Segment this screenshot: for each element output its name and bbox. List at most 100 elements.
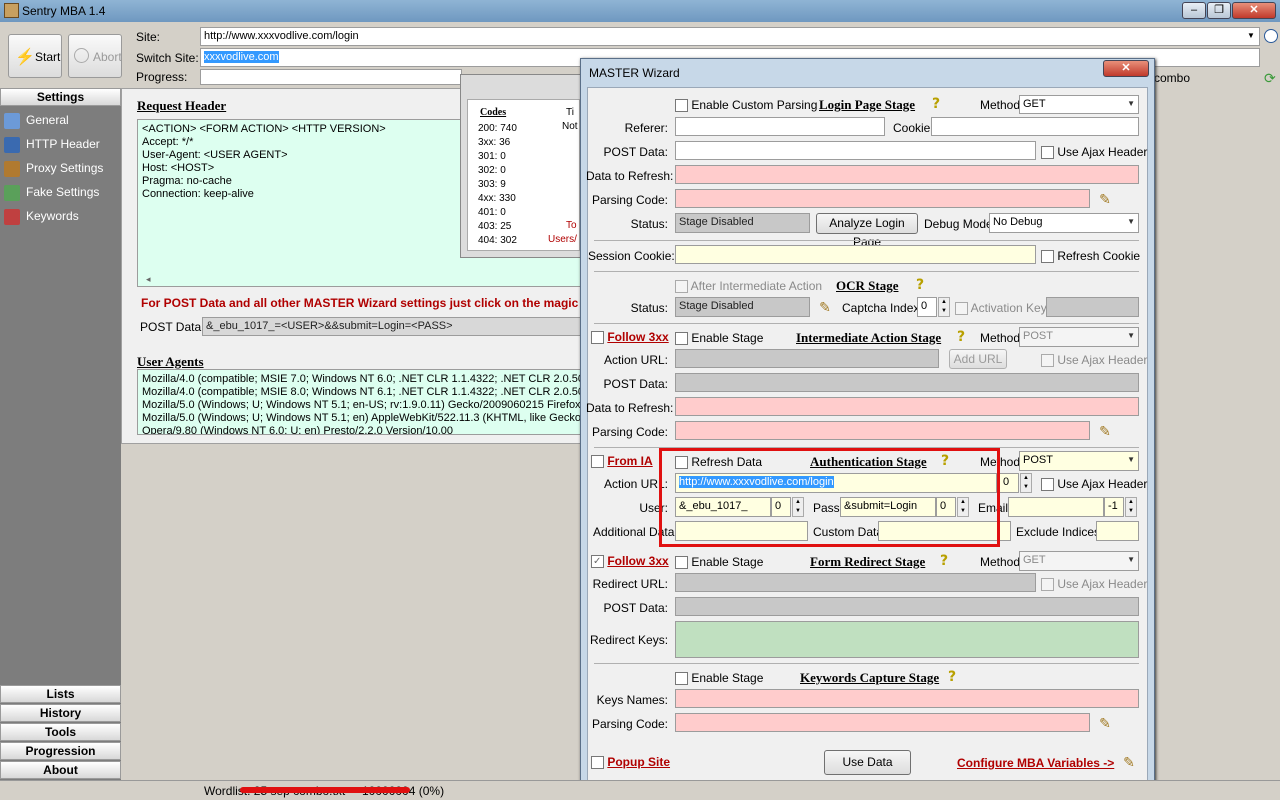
redirect-post-data-input[interactable] — [675, 597, 1139, 616]
sidebar-item-proxy-settings[interactable]: Proxy Settings — [4, 158, 103, 178]
ia-ajax-checkbox[interactable]: Use Ajax Header — [1041, 353, 1147, 368]
configure-mba-variables-link[interactable]: Configure MBA Variables -> — [957, 756, 1114, 770]
sidebar-item-general[interactable]: General — [4, 110, 69, 130]
not-label: Not — [562, 121, 578, 132]
ia-post-data-input[interactable] — [675, 373, 1139, 392]
keywords-parsing-wrench-icon[interactable]: ✎ — [1097, 715, 1113, 731]
login-data-refresh-input[interactable] — [675, 165, 1139, 184]
keys-names-input[interactable] — [675, 689, 1139, 708]
user-agents-list[interactable]: Mozilla/4.0 (compatible; MSIE 7.0; Windo… — [137, 369, 582, 435]
login-post-data-input[interactable] — [675, 141, 1036, 160]
add-url-button[interactable]: Add URL — [949, 349, 1007, 369]
auth-method-select[interactable]: POST — [1019, 451, 1139, 471]
post-data-value: &_ebu_1017_=<USER>&&submit=Login=<PASS> — [206, 320, 453, 332]
referer-input[interactable] — [675, 117, 885, 136]
debug-mode-select[interactable]: No Debug — [989, 213, 1139, 233]
abort-button[interactable]: Abort — [68, 34, 122, 78]
site-input[interactable]: http://www.xxxvodlive.com/login — [200, 27, 1260, 46]
ia-enable-checkbox[interactable]: Enable Stage — [675, 331, 763, 346]
activation-key-input[interactable] — [1046, 297, 1139, 317]
ia-action-url-input[interactable] — [675, 349, 939, 368]
list-item[interactable]: Mozilla/5.0 (Windows; U; Windows NT 5.1;… — [142, 399, 581, 412]
email-index-input[interactable]: -1 — [1104, 497, 1124, 517]
ia-data-refresh-input[interactable] — [675, 397, 1139, 416]
popup-site-checkbox[interactable]: Popup Site — [591, 755, 670, 770]
sidebar-item-label: Proxy Settings — [26, 161, 104, 175]
ia-parsing-wrench-icon[interactable]: ✎ — [1097, 423, 1113, 439]
start-button[interactable]: ⚡ Start — [8, 34, 62, 78]
login-post-data-label: POST Data: — [603, 145, 668, 159]
scroll-left-icon[interactable]: ◂ — [146, 274, 151, 285]
cookie-input[interactable] — [931, 117, 1139, 136]
keywords-parsing-code-input[interactable] — [675, 713, 1090, 732]
sidebar-about[interactable]: About — [0, 761, 121, 779]
redirect-keys-input[interactable] — [675, 621, 1139, 658]
configure-wrench-icon[interactable]: ✎ — [1121, 754, 1137, 770]
list-item[interactable]: Opera/9.80 (Windows NT 6.0; U; en) Prest… — [142, 425, 577, 434]
redirect-ajax-checkbox[interactable]: Use Ajax Header — [1041, 577, 1147, 592]
sidebar-progression[interactable]: Progression — [0, 742, 121, 760]
ocr-help-icon[interactable]: ? — [916, 277, 924, 293]
redaction-mark — [240, 787, 410, 793]
redirect-enable-checkbox[interactable]: Enable Stage — [675, 555, 763, 570]
redirect-method-select[interactable]: GET — [1019, 551, 1139, 571]
globe-icon[interactable] — [1264, 29, 1278, 43]
sidebar-item-label: Fake Settings — [26, 185, 100, 199]
ocr-status-field: Stage Disabled — [675, 297, 810, 317]
code-row: 303: 9 — [478, 179, 506, 190]
sidebar-item-http-header[interactable]: HTTP Header — [4, 134, 100, 154]
login-method-select[interactable]: GET — [1019, 95, 1139, 114]
sidebar-tools[interactable]: Tools — [0, 723, 121, 741]
wizard-close-button[interactable]: ✕ — [1103, 60, 1149, 77]
sidebar-item-keywords[interactable]: Keywords — [4, 206, 79, 226]
ia-method-select[interactable]: POST — [1019, 327, 1139, 347]
ia-follow-checkbox[interactable]: Follow 3xx — [591, 330, 669, 345]
site-dropdown-icon[interactable]: ▼ — [1247, 31, 1255, 40]
login-parsing-wrench-icon[interactable]: ✎ — [1097, 191, 1113, 207]
exclude-indices-input[interactable] — [1096, 521, 1139, 541]
keywords-help-icon[interactable]: ? — [948, 669, 956, 685]
sidebar-lists[interactable]: Lists — [0, 685, 121, 703]
use-data-button[interactable]: Use Data — [824, 750, 911, 775]
list-item[interactable]: Mozilla/5.0 (Windows; U; Windows NT 5.1;… — [142, 412, 581, 425]
refresh-icon[interactable]: ⟳ — [1264, 70, 1276, 87]
captcha-index-input[interactable]: 0 — [917, 297, 937, 317]
post-data-field[interactable]: &_ebu_1017_=<USER>&&submit=Login=<PASS> — [202, 317, 582, 336]
wizard-title: MASTER Wizard — [589, 66, 680, 80]
login-parsing-code-input[interactable] — [675, 189, 1090, 208]
login-status-label: Status: — [630, 217, 668, 231]
sidebar-item-fake-settings[interactable]: Fake Settings — [4, 182, 99, 202]
window-title: Sentry MBA 1.4 — [22, 4, 106, 18]
custom-parsing-checkbox[interactable]: Enable Custom Parsing — [675, 98, 817, 113]
code-row: 301: 0 — [478, 151, 506, 162]
login-help-icon[interactable]: ? — [932, 96, 940, 112]
maximize-button[interactable]: ❐ — [1207, 2, 1231, 19]
close-button[interactable]: ✕ — [1232, 2, 1276, 19]
sidebar-settings-header[interactable]: Settings — [0, 88, 121, 106]
ia-parsing-code-input[interactable] — [675, 421, 1090, 440]
from-ia-checkbox[interactable]: From IA — [591, 454, 653, 469]
analyze-login-page-button[interactable]: Analyze Login Page — [816, 213, 918, 249]
redirect-follow-checkbox[interactable]: Follow 3xx — [591, 554, 669, 569]
refresh-cookie-checkbox[interactable]: Refresh Cookie — [1041, 249, 1140, 264]
redirect-help-icon[interactable]: ? — [940, 553, 948, 569]
auth-action-index-input[interactable]: 0 — [999, 473, 1019, 493]
email-input[interactable] — [1008, 497, 1104, 517]
redirect-url-input[interactable] — [675, 573, 1036, 592]
auth-ajax-checkbox[interactable]: Use Ajax Header — [1041, 477, 1147, 492]
captcha-spinner[interactable]: ▲ ▼ — [938, 297, 950, 317]
ia-help-icon[interactable]: ? — [957, 329, 965, 345]
login-ajax-checkbox[interactable]: Use Ajax Header — [1041, 145, 1147, 160]
minimize-button[interactable]: – — [1182, 2, 1206, 19]
auth-action-spinner[interactable]: ▲ ▼ — [1020, 473, 1032, 493]
keywords-enable-checkbox[interactable]: Enable Stage — [675, 671, 763, 686]
progress-bar — [200, 69, 462, 85]
sidebar-history[interactable]: History — [0, 704, 121, 722]
session-cookie-input[interactable] — [675, 245, 1036, 264]
list-item[interactable]: Mozilla/4.0 (compatible; MSIE 8.0; Windo… — [142, 386, 581, 399]
activation-key-checkbox[interactable]: Activation Key: — [955, 301, 1050, 316]
after-ia-checkbox[interactable]: After Intermediate Action — [675, 279, 822, 294]
email-spinner[interactable]: ▲ ▼ — [1125, 497, 1137, 517]
ocr-wrench-icon[interactable]: ✎ — [817, 299, 833, 315]
list-item[interactable]: Mozilla/4.0 (compatible; MSIE 7.0; Windo… — [142, 373, 581, 386]
